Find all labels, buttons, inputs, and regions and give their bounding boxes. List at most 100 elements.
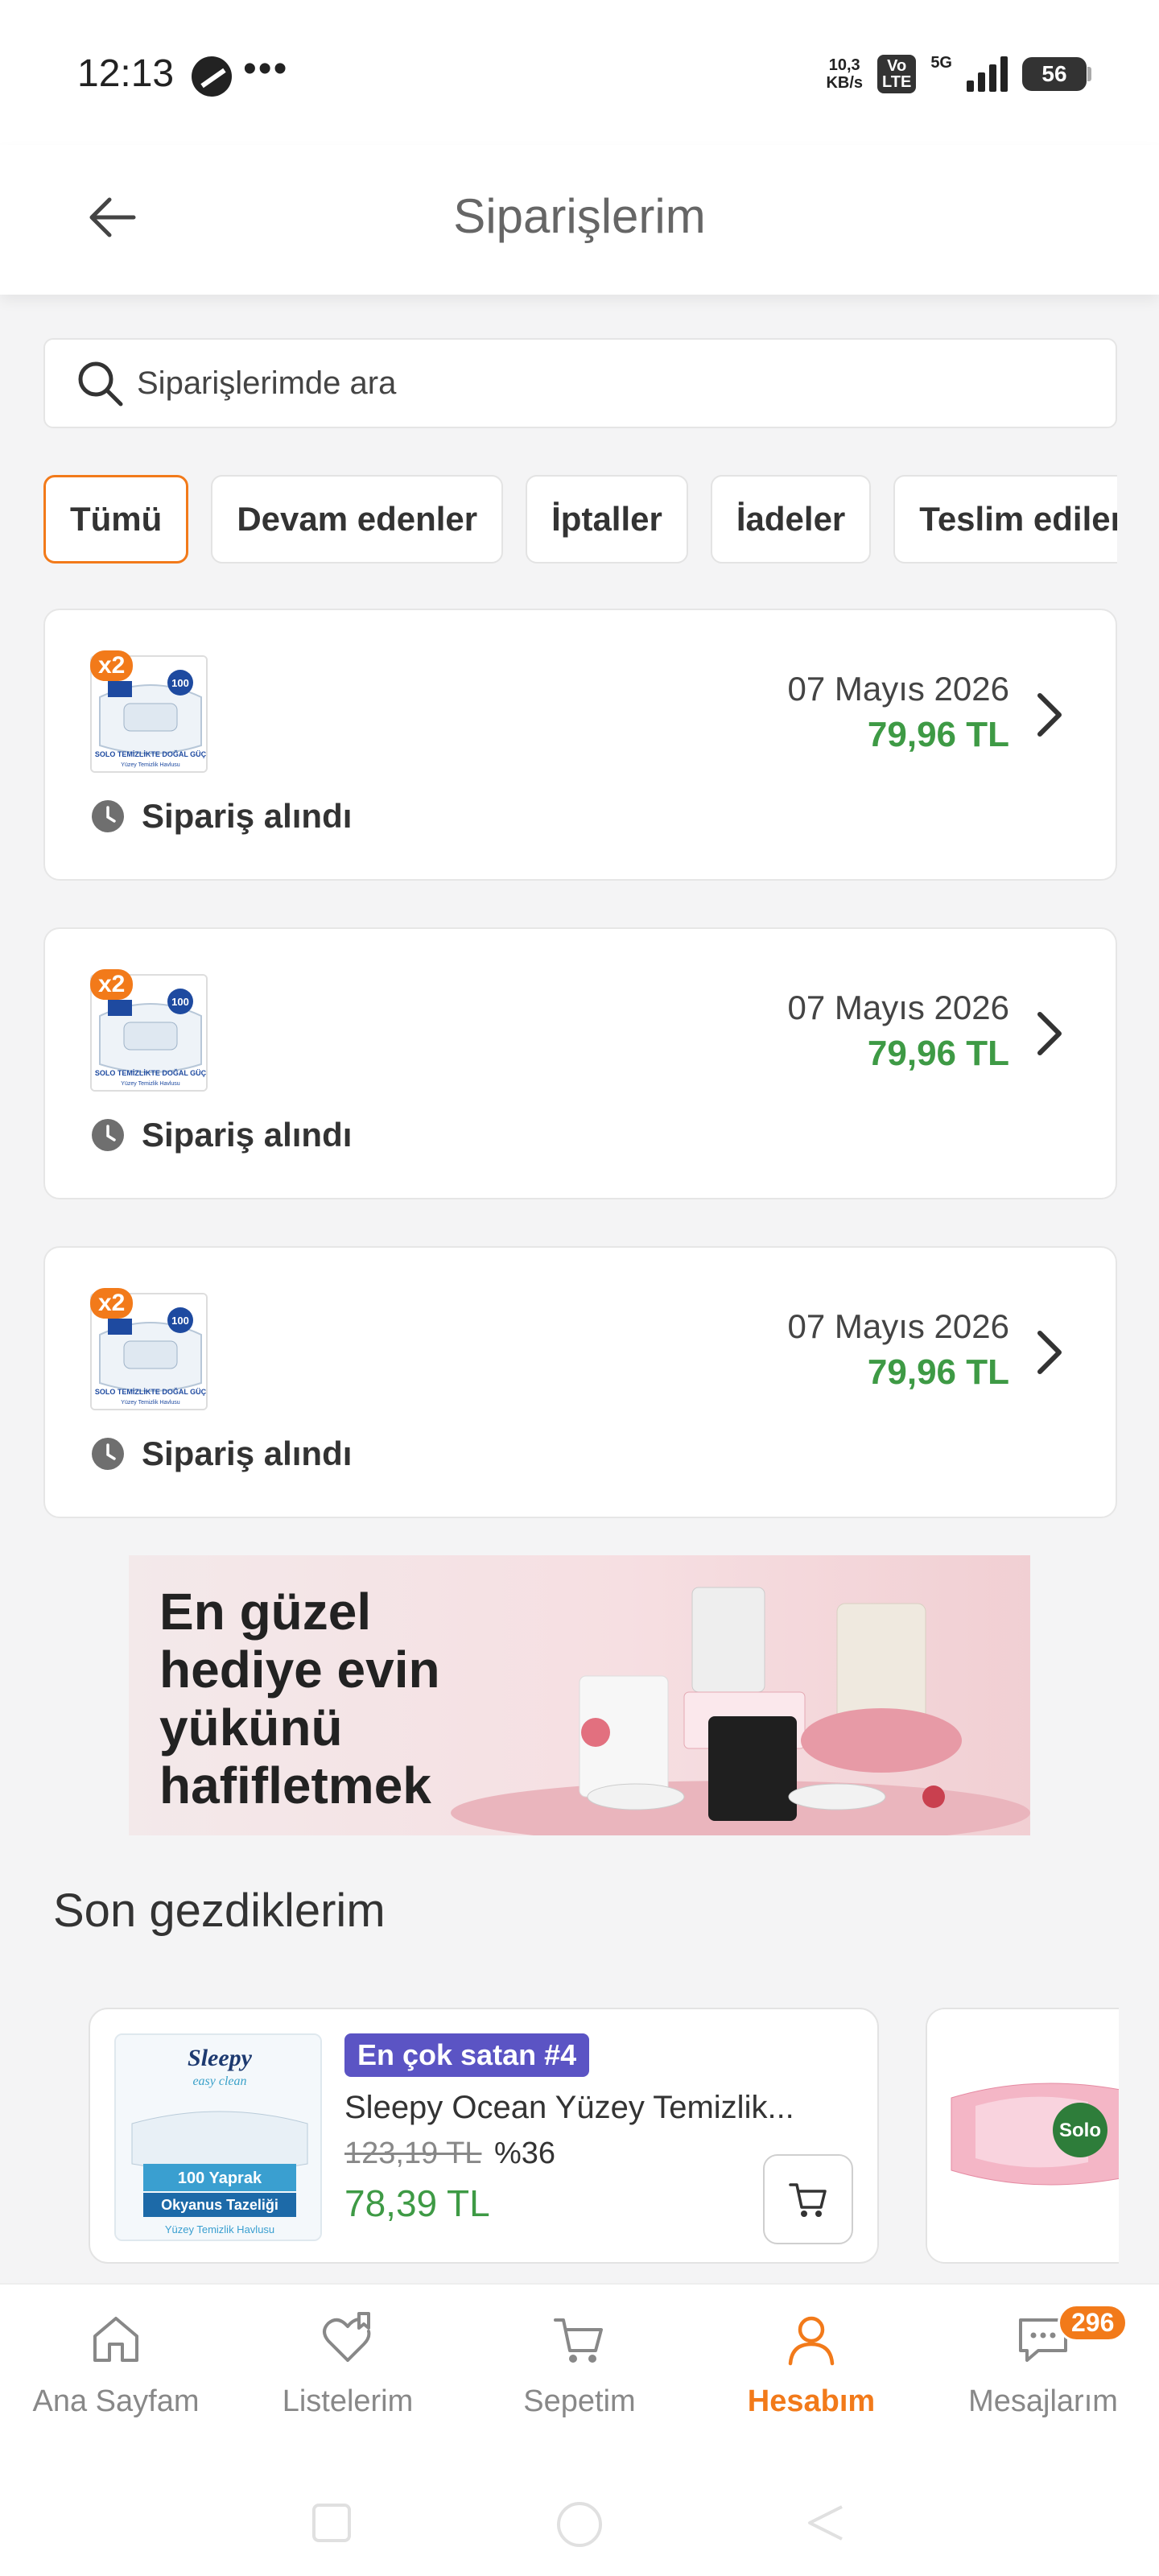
status-time: 12:13 — [77, 52, 175, 95]
order-status: Sipariş alındı — [90, 797, 352, 836]
pack-brand-text: Solo — [1059, 2120, 1101, 2141]
pack-sub-text: Yüzey Temizlik Havlusu — [121, 1081, 180, 1087]
nav-label: Hesabım — [747, 2384, 876, 2418]
cart-icon — [554, 2318, 603, 2363]
order-status-text: Sipariş alındı — [142, 797, 353, 835]
network-speed-unit: KB/s — [826, 74, 864, 92]
network-speed: 10,3 KB/s — [826, 56, 863, 92]
clock-icon — [92, 1438, 124, 1470]
clock-icon — [92, 800, 124, 832]
user-icon — [788, 2316, 835, 2366]
order-status-text: Sipariş alındı — [142, 1435, 353, 1472]
pack-count-text: 100 Yaprak — [178, 2169, 262, 2187]
original-price: 123,19 TL — [344, 2136, 482, 2170]
system-navigation-bar — [0, 2468, 1159, 2576]
pack-text: SOLO TEMİZLİKTE DOĞAL GÜÇ — [95, 1068, 207, 1077]
pack-sub-text: Yüzey Temizlik Havlusu — [121, 762, 180, 768]
battery-level: 56 — [1041, 61, 1067, 86]
search-box[interactable] — [43, 338, 1117, 428]
order-card[interactable]: x2 100 SOLO TEMİZLİKTE DOĞAL GÜÇ Yüzey T… — [43, 609, 1117, 881]
order-status: Sipariş alındı — [90, 1116, 352, 1154]
bottom-navigation: Ana Sayfam Listelerim Sepetim Hesabım Me… — [0, 2283, 1159, 2468]
messages-count-badge: 296 — [1058, 2304, 1128, 2342]
pack-sub-text: easy clean — [192, 2074, 246, 2088]
recently-viewed-product-card[interactable]: Sleepy easy clean 100 Yaprak Okyanus Taz… — [89, 2008, 879, 2264]
battery-icon: 56 — [1022, 57, 1091, 91]
pack-scent-text: Okyanus Tazeliği — [161, 2197, 278, 2213]
pack-brand-text: Sleepy — [188, 2045, 253, 2071]
nav-item-lists[interactable]: Listelerim — [232, 2309, 464, 2446]
chevron-right-icon — [1037, 693, 1062, 737]
pack-text: SOLO TEMİZLİKTE DOĞAL GÜÇ — [95, 1387, 207, 1396]
back-triangle-icon[interactable] — [802, 2499, 850, 2547]
nav-label: Listelerim — [282, 2384, 414, 2418]
nav-item-messages[interactable]: Mesajlarım 296 — [927, 2304, 1159, 2446]
order-date: 07 Mayıs 2026 — [787, 1307, 1009, 1345]
heart-list-icon — [323, 2312, 371, 2362]
order-card[interactable]: x2 100 SOLO TEMİZLİKTE DOĞAL GÜÇ Yüzey T… — [43, 927, 1117, 1199]
add-to-cart-button[interactable] — [763, 2154, 853, 2244]
pack-type-text: Yüzey Temizlik Havlusu — [165, 2223, 274, 2235]
chevron-right-icon — [1037, 1331, 1062, 1374]
quantity-badge: x2 — [90, 650, 134, 681]
order-price: 79,96 TL — [867, 715, 1009, 754]
product-price: 78,39 TL — [344, 2182, 490, 2224]
volte-icon: Vo LTE — [877, 55, 917, 93]
order-status-text: Sipariş alındı — [142, 1116, 353, 1154]
product-image: Sleepy easy clean 100 Yaprak Okyanus Taz… — [114, 2033, 322, 2241]
best-seller-badge: En çok satan #4 — [344, 2033, 590, 2077]
filter-chip-in-progress[interactable]: Devam edenler — [211, 475, 504, 564]
page-title: Siparişlerim — [453, 189, 706, 243]
app-header: Siparişlerim — [0, 145, 1159, 295]
nav-item-cart[interactable]: Sepetim — [464, 2309, 695, 2446]
order-status: Sipariş alındı — [90, 1435, 352, 1473]
nav-label: Ana Sayfam — [32, 2384, 200, 2418]
search-icon — [78, 361, 123, 407]
nav-item-home[interactable]: Ana Sayfam — [0, 2309, 232, 2446]
order-card[interactable]: x2 100 SOLO TEMİZLİKTE DOĞAL GÜÇ Yüzey T… — [43, 1246, 1117, 1518]
home-icon — [93, 2317, 138, 2362]
order-date: 07 Mayıs 2026 — [787, 989, 1009, 1026]
quantity-badge: x2 — [90, 969, 134, 1000]
sleepy-wipes-package-image: Sleepy easy clean 100 Yaprak Okyanus Taz… — [116, 2035, 320, 2240]
home-circle-icon[interactable] — [554, 2499, 605, 2550]
clock-icon — [92, 1119, 124, 1151]
status-indicators: 10,3 KB/s Vo LTE 5G 56 — [826, 50, 1091, 98]
filter-chip-returns[interactable]: İadeler — [710, 475, 872, 564]
pack-count-text: 100 — [171, 996, 189, 1008]
recent-apps-icon[interactable] — [307, 2499, 356, 2547]
nav-label: Sepetim — [523, 2384, 636, 2418]
product-name: Sleepy Ocean Yüzey Temizlik... — [344, 2090, 794, 2125]
pack-text: SOLO TEMİZLİKTE DOĞAL GÜÇ — [95, 749, 207, 758]
promo-banner[interactable]: En güzel hediye evin yükünü hafifletmek — [129, 1555, 1030, 1835]
discount-percent: %36 — [494, 2136, 556, 2170]
network-type: 5G — [930, 53, 952, 72]
network-speed-value: 10,3 — [828, 56, 860, 74]
signal-icon — [967, 56, 1008, 92]
order-date: 07 Mayıs 2026 — [787, 670, 1009, 708]
nav-label: Mesajlarım — [968, 2384, 1118, 2418]
filter-chip-all[interactable]: Tümü — [43, 475, 189, 564]
order-price: 79,96 TL — [867, 1352, 1009, 1392]
pack-sub-text: Yüzey Temizlik Havlusu — [121, 1400, 180, 1406]
pack-count-text: 100 — [171, 1315, 189, 1327]
nav-item-account[interactable]: Hesabım — [695, 2309, 927, 2446]
do-not-disturb-icon — [192, 56, 232, 97]
more-notifications-icon: ••• — [243, 47, 289, 90]
search-input[interactable] — [137, 365, 1116, 402]
orders-page: 12:13 ••• 10,3 KB/s Vo LTE 5G 56 Sipariş… — [0, 0, 1159, 2576]
status-bar: 12:13 ••• 10,3 KB/s Vo LTE 5G 56 — [0, 0, 1159, 145]
recently-viewed-product-card[interactable]: Solo — [926, 2008, 1119, 2264]
banner-headline: En güzel hediye evin yükünü hafifletmek — [159, 1583, 440, 1814]
filter-chip-cancelled[interactable]: İptaller — [526, 475, 688, 564]
volte-bottom: LTE — [882, 73, 912, 91]
filter-chip-undelivered[interactable]: Teslim edilemeyenler — [893, 475, 1117, 564]
volte-top: Vo — [887, 57, 907, 75]
pack-count-text: 100 — [171, 677, 189, 689]
cart-icon — [789, 2183, 827, 2217]
section-title-recently-viewed: Son gezdiklerim — [53, 1885, 386, 1937]
solo-wipes-package-image: Solo — [927, 2009, 1119, 2262]
filter-chips: Tümü Devam edenler İptaller İadeler Tesl… — [43, 475, 1117, 564]
chevron-right-icon — [1037, 1012, 1062, 1055]
quantity-badge: x2 — [90, 1288, 134, 1319]
